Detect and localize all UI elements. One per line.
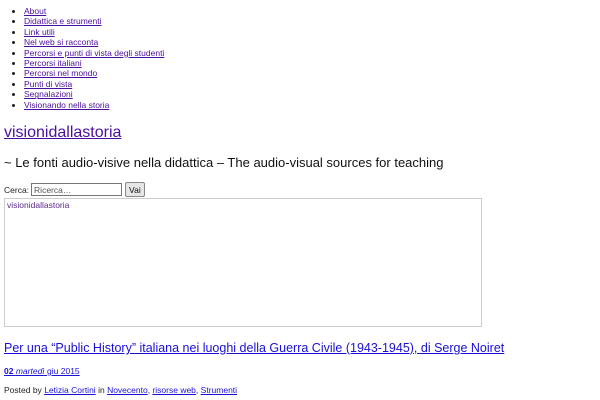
search-label: Cerca:	[4, 184, 30, 195]
category-link-strumenti[interactable]: Strumenti	[201, 385, 237, 395]
header-image-alt-text: visionidallastoria	[7, 200, 70, 210]
search-form: Cerca: Vai	[4, 182, 145, 197]
menu-link-didattica-e-strumenti[interactable]: Didattica e strumenti	[24, 16, 101, 26]
post-author-link[interactable]: Letizia Cortini	[44, 385, 96, 395]
menu-link-link-utili[interactable]: Link utili	[24, 27, 55, 37]
menu-link-nel-web-si-racconta[interactable]: Nel web si racconta	[24, 37, 98, 47]
menu-link-about[interactable]: About	[24, 6, 46, 16]
post-date-weekday: martedì	[15, 366, 45, 376]
menu-item-didattica: Didattica e strumenti	[24, 16, 164, 26]
posted-by-label: Posted by	[4, 385, 42, 395]
in-label: in	[98, 385, 105, 395]
category-link-risorse-web[interactable]: risorse web	[152, 385, 195, 395]
menu-item-punti-di-vista: Punti di vista	[24, 79, 164, 89]
menu-item-link-utili: Link utili	[24, 27, 164, 37]
search-input[interactable]	[31, 183, 123, 196]
menu-link-percorsi-studenti[interactable]: Percorsi e punti di vista degli studenti	[24, 48, 164, 58]
post-meta: Posted by Letizia Cortini in Novecento, …	[4, 385, 237, 395]
site-title: visionidallastoria	[4, 123, 121, 143]
page: About Didattica e strumenti Link utili N…	[0, 0, 600, 400]
category-separator: ,	[195, 385, 199, 395]
site-title-link[interactable]: visionidallastoria	[4, 124, 121, 141]
category-link-novecento[interactable]: Novecento	[107, 385, 148, 395]
menu-item-segnalazioni: Segnalazioni	[24, 89, 164, 99]
post-date-day: 02	[4, 366, 14, 376]
menu-item-nel-web: Nel web si racconta	[24, 37, 164, 47]
site-tagline: ~ Le fonti audio-visive nella didattica …	[4, 155, 444, 170]
menu-link-segnalazioni[interactable]: Segnalazioni	[24, 89, 73, 99]
category-separator: ,	[147, 385, 151, 395]
menu-item-percorsi-studenti: Percorsi e punti di vista degli studenti	[24, 48, 164, 58]
menu-item-percorsi-italiani: Percorsi italiani	[24, 58, 164, 68]
menu-item-about: About	[24, 6, 164, 16]
header-image[interactable]: visionidallastoria	[4, 198, 482, 327]
page-menu: About Didattica e strumenti Link utili N…	[0, 6, 164, 110]
menu-link-visionando-nella-storia[interactable]: Visionando nella storia	[24, 100, 109, 110]
post-title-link[interactable]: Per una “Public History” italiana nei lu…	[4, 341, 504, 355]
menu-link-percorsi-nel-mondo[interactable]: Percorsi nel mondo	[24, 68, 97, 78]
post-date-link[interactable]: 02 martedì giu 2015	[4, 366, 80, 376]
search-submit-button[interactable]: Vai	[125, 182, 145, 197]
menu-item-visionando: Visionando nella storia	[24, 100, 164, 110]
menu-item-percorsi-mondo: Percorsi nel mondo	[24, 68, 164, 78]
menu-link-punti-di-vista[interactable]: Punti di vista	[24, 79, 72, 89]
post-title: Per una “Public History” italiana nei lu…	[4, 340, 504, 356]
menu-link-percorsi-italiani[interactable]: Percorsi italiani	[24, 58, 82, 68]
post-date-month-year: giu 2015	[47, 366, 80, 376]
post-date: 02 martedì giu 2015	[4, 366, 80, 376]
